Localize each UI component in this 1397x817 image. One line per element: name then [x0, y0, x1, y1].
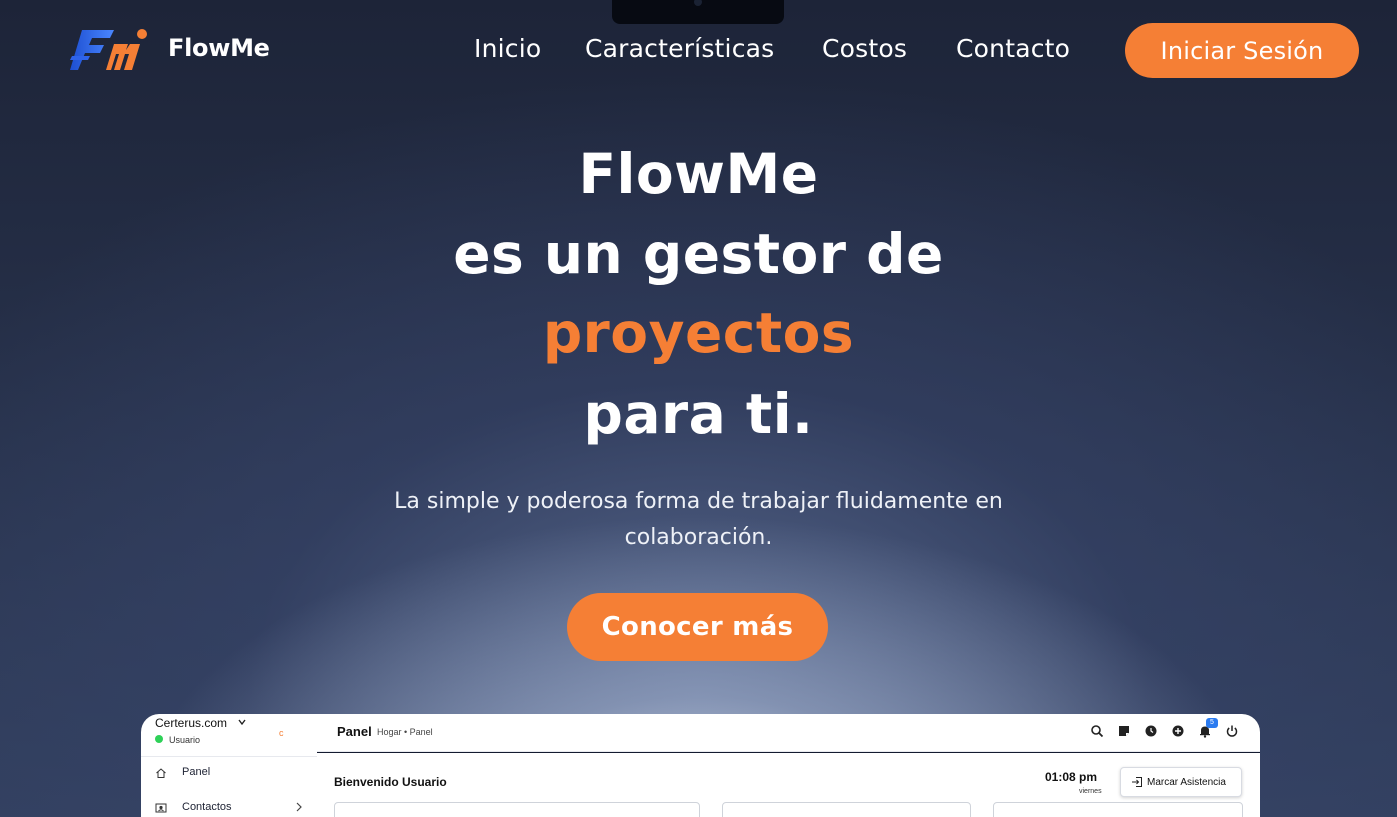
- notes-icon[interactable]: [1117, 724, 1131, 738]
- welcome-heading: Bienvenido Usuario: [334, 775, 447, 789]
- hero-line-2: es un gestor de: [453, 222, 944, 286]
- sidebar-item-label: Panel: [182, 766, 211, 778]
- dashboard-card[interactable]: [993, 802, 1243, 817]
- topbar-actions: 5: [1088, 718, 1248, 740]
- add-circle-icon[interactable]: [1171, 724, 1185, 738]
- breadcrumb[interactable]: Hogar • Panel: [377, 727, 433, 737]
- hero-line-highlight: proyectos: [542, 301, 855, 365]
- current-time: 01:08 pm: [1045, 770, 1098, 784]
- user-role-label: Usuario: [169, 735, 201, 745]
- nav-link-caracteristicas[interactable]: Características: [585, 34, 774, 63]
- chevron-down-icon[interactable]: [237, 717, 247, 727]
- login-button[interactable]: Iniciar Sesión: [1125, 23, 1359, 78]
- page-title: Panel: [337, 724, 372, 739]
- dashboard-card[interactable]: [334, 802, 700, 817]
- sidebar-item-panel[interactable]: Panel: [155, 766, 311, 784]
- preview-main: Bienvenido Usuario 01:08 pm viernes Marc…: [317, 753, 1260, 817]
- sidebar-item-contactos[interactable]: Contactos: [155, 801, 311, 817]
- dashboard-card[interactable]: [722, 802, 971, 817]
- mark-attendance-button[interactable]: Marcar Asistencia: [1120, 767, 1242, 797]
- top-navigation: FlowMe Inicio Características Costos Con…: [0, 0, 1397, 100]
- sidebar-divider: [141, 756, 317, 757]
- notification-badge: 5: [1206, 718, 1218, 728]
- preview-sidebar: Certerus.com Usuario c Panel Contactos: [141, 714, 317, 817]
- collapse-badge[interactable]: c: [279, 728, 284, 738]
- app-preview: Certerus.com Usuario c Panel Contactos P…: [141, 714, 1260, 817]
- hero-line-brand: FlowMe: [578, 142, 819, 206]
- nav-link-costos[interactable]: Costos: [822, 34, 907, 63]
- sidebar-item-label: Contactos: [182, 801, 232, 813]
- login-arrow-icon: [1132, 777, 1142, 787]
- mark-attendance-label: Marcar Asistencia: [1147, 777, 1226, 788]
- nav-link-contacto[interactable]: Contacto: [956, 34, 1070, 63]
- nav-link-inicio[interactable]: Inicio: [474, 34, 541, 63]
- current-weekday: viernes: [1079, 788, 1102, 795]
- home-icon: [156, 768, 166, 778]
- hero-subtitle: La simple y poderosa forma de trabajar f…: [394, 489, 1003, 550]
- fm-logo-icon[interactable]: [70, 26, 150, 74]
- clock-icon[interactable]: [1144, 724, 1158, 738]
- search-icon[interactable]: [1090, 724, 1104, 738]
- power-icon[interactable]: [1225, 724, 1239, 738]
- preview-topbar: Panel Hogar • Panel 5: [317, 714, 1260, 752]
- chevron-right-icon: [296, 802, 302, 812]
- brand-name[interactable]: FlowMe: [168, 34, 270, 62]
- contacts-icon: [155, 803, 167, 813]
- online-status-dot: [155, 735, 163, 743]
- learn-more-button[interactable]: Conocer más: [567, 593, 828, 661]
- hero-line-4: para ti.: [583, 382, 814, 446]
- org-name[interactable]: Certerus.com: [155, 716, 227, 730]
